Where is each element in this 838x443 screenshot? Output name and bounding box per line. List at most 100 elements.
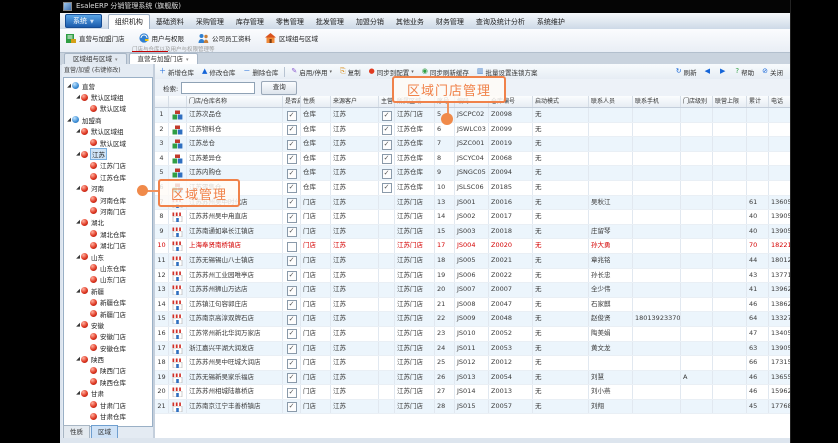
main-checkbox[interactable] (382, 111, 392, 121)
tree-node-加盟商[interactable]: ◢加盟商 (64, 114, 152, 125)
tree-node-陕西仓库[interactable]: 陕西仓库 (64, 376, 152, 387)
table-row[interactable]: 10上海奉贤南桥镇店门店江苏江苏门店17JS004Z0020无孙大勇701822… (155, 239, 790, 254)
menu-item-财务管理[interactable]: 财务管理 (430, 15, 470, 29)
toolbar-button-启用/停用[interactable]: ✎启用/停用▾ (287, 65, 336, 78)
tree-node-默认区域[interactable]: 默认区域 (64, 103, 152, 114)
table-row[interactable]: 9江苏南通如皋长江镇店门店江苏江苏门店15JS003Z0018无庄留琴40139… (155, 225, 790, 240)
table-row[interactable]: 18江苏苏州吴中旺城大润店门店江苏江苏门店25JS012Z0012无661731… (155, 356, 790, 371)
tree-node-江苏门店[interactable]: 江苏门店 (64, 160, 152, 171)
system-menu-button[interactable]: 系统▼ (65, 14, 102, 28)
enabled-checkbox[interactable] (287, 388, 297, 398)
table-row[interactable]: 21江苏南京江宁丰善桥镇店门店江苏江苏门店28JS015Z0057无刘翔4517… (155, 400, 790, 415)
table-row[interactable]: 5江苏内购仓仓库江苏江苏仓库9JSNGC05Z0094无 (155, 166, 790, 181)
enabled-checkbox[interactable] (287, 344, 297, 354)
enabled-checkbox[interactable] (287, 198, 297, 208)
tree-node-甘肃仓库[interactable]: 甘肃仓库 (64, 410, 152, 421)
menu-item-查询及统计分析[interactable]: 查询及统计分析 (470, 15, 531, 29)
tree-tab-性质[interactable]: 性质 (63, 425, 90, 439)
grid-header-col0[interactable] (155, 96, 169, 107)
menu-item-系统维护[interactable]: 系统维护 (531, 15, 571, 29)
enabled-checkbox[interactable] (287, 183, 297, 193)
menu-item-基础资料[interactable]: 基础资料 (150, 15, 190, 29)
tree-node-安徽门店[interactable]: 安徽门店 (64, 331, 152, 342)
toolbar-button-next-icon[interactable]: ▶ (716, 65, 731, 78)
table-row[interactable]: 12江苏苏州工业园唯亭店门店江苏江苏门店19JS006Z0022无孙长忠4313… (155, 269, 790, 284)
tree-node-陕西门店[interactable]: 陕西门店 (64, 365, 152, 376)
tree-node-山东门店[interactable]: 山东门店 (64, 274, 152, 285)
grid-header-门店级别[interactable]: 门店级别 (681, 96, 713, 107)
grid-header-门店/仓库名称[interactable]: 门店/仓库名称 (187, 96, 283, 107)
tree-node-甘肃[interactable]: ◢甘肃 (64, 388, 152, 399)
tree-node-山东[interactable]: ◢山东 (64, 251, 152, 262)
toolbar-button-新增仓库[interactable]: ＋新增仓库 (155, 65, 198, 78)
table-row[interactable]: 2江苏物料仓仓库江苏江苏仓库6JSWLC03Z0099无 (155, 123, 790, 138)
table-row[interactable]: 15江苏南京高淳双牌石店门店江苏江苏门店22JS009Z0048无赵俊贤1801… (155, 312, 790, 327)
tree-node-湖北仓库[interactable]: 湖北仓库 (64, 228, 152, 239)
tree-node-默认区域组[interactable]: ◢默认区域组 (64, 91, 152, 102)
enabled-checkbox[interactable] (287, 227, 297, 237)
table-row[interactable]: 7江苏苏州吴中时代店门店江苏江苏门店13JS001Z0016无吴秋江611360… (155, 196, 790, 211)
table-row[interactable]: 6江苏零售仓仓库江苏江苏仓库10JSLSC06Z0185无 (155, 181, 790, 196)
menu-item-加盟分销[interactable]: 加盟分销 (350, 15, 390, 29)
enabled-checkbox[interactable] (287, 315, 297, 325)
grid-header-累计[interactable]: 累计 (747, 96, 769, 107)
grid-header-联系人员[interactable]: 联系人员 (589, 96, 633, 107)
grid-header-启动模式[interactable]: 启动模式 (533, 96, 589, 107)
grid-header-联营上限[interactable]: 联营上限 (713, 96, 747, 107)
enabled-checkbox[interactable] (287, 140, 297, 150)
grid-header-性质[interactable]: 性质 (301, 96, 331, 107)
tree-node-江苏仓库[interactable]: 江苏仓库 (64, 171, 152, 182)
tree-node-新疆仓库[interactable]: 新疆仓库 (64, 296, 152, 307)
tree-node-默认区域组[interactable]: ◢默认区域组 (64, 126, 152, 137)
tree-node-山东仓库[interactable]: 山东仓库 (64, 262, 152, 273)
toolbar-button-prev-icon[interactable]: ◀ (701, 65, 716, 78)
enabled-checkbox[interactable] (287, 359, 297, 369)
table-row[interactable]: 16江苏常州新北华润万家店门店江苏江苏门店23JS010Z0052无陶美娟471… (155, 327, 790, 342)
tree-tab-区域[interactable]: 区域 (91, 425, 118, 439)
tree-node-湖北[interactable]: ◢湖北 (64, 217, 152, 228)
grid-header-联系手机[interactable]: 联系手机 (633, 96, 681, 107)
table-row[interactable]: 8江苏苏州吴中甪直店门店江苏江苏门店14JS002Z0017无401390518… (155, 210, 790, 225)
grid-header-电话[interactable]: 电话 (769, 96, 790, 107)
enabled-checkbox[interactable] (287, 256, 297, 266)
toolbar-button-删除仓库[interactable]: －删除仓库 (239, 65, 282, 78)
main-checkbox[interactable] (382, 125, 392, 135)
table-row[interactable]: 17浙江嘉兴平湖大润发店门店江苏江苏门店24JS011Z0053无黄文龙6313… (155, 342, 790, 357)
menu-item-采购管理[interactable]: 采购管理 (190, 15, 230, 29)
enabled-checkbox[interactable] (287, 286, 297, 296)
enabled-checkbox[interactable] (287, 300, 297, 310)
tree-node-新疆[interactable]: ◢新疆 (64, 285, 152, 296)
enabled-checkbox[interactable] (287, 242, 297, 252)
table-row[interactable]: 3江苏总仓仓库江苏江苏仓库7JSZC001Z0019无 (155, 137, 790, 152)
tree-node-江苏[interactable]: ◢江苏 (64, 148, 152, 159)
table-row[interactable]: 13江苏苏州狮山万达店门店江苏江苏门店20JS007Z0007无全少伟41139… (155, 283, 790, 298)
enabled-checkbox[interactable] (287, 125, 297, 135)
grid-header-是否启用[interactable]: 是否启用 (283, 96, 301, 107)
enabled-checkbox[interactable] (287, 111, 297, 121)
tree-node-湖北门店[interactable]: 湖北门店 (64, 239, 152, 250)
ribbon-item-直营与加盟门店[interactable]: 直营与加盟门店 (66, 28, 125, 47)
tree-node-陕西[interactable]: ◢陕西 (64, 353, 152, 364)
menu-item-批发管理[interactable]: 批发管理 (310, 15, 350, 29)
table-row[interactable]: 19江苏无锡新吴家乐福店门店江苏江苏门店26JS013Z0054无刘慧A4613… (155, 371, 790, 386)
tree-node-安徽[interactable]: ◢安徽 (64, 319, 152, 330)
tree-node-默认区域[interactable]: 默认区域 (64, 137, 152, 148)
search-button[interactable]: 查询 (261, 81, 297, 95)
enabled-checkbox[interactable] (287, 154, 297, 164)
toolbar-button-关闭[interactable]: ⊘关闭 (758, 65, 787, 78)
search-input[interactable] (181, 82, 255, 94)
enabled-checkbox[interactable] (287, 213, 297, 223)
tree-node-河南仓库[interactable]: 河南仓库 (64, 194, 152, 205)
enabled-checkbox[interactable] (287, 329, 297, 339)
table-row[interactable]: 14江苏镇江句容郭庄店门店江苏江苏门店21JS008Z0047无石家麒46138… (155, 298, 790, 313)
main-checkbox[interactable] (382, 154, 392, 164)
main-checkbox[interactable] (382, 140, 392, 150)
toolbar-button-刷新[interactable]: ↻刷新 (672, 65, 701, 78)
tree-node-河南门店[interactable]: 河南门店 (64, 205, 152, 216)
enabled-checkbox[interactable] (287, 373, 297, 383)
tree-node-安徽仓库[interactable]: 安徽仓库 (64, 342, 152, 353)
table-row[interactable]: 4江苏差异仓仓库江苏江苏仓库8JSCYC04Z0068无 (155, 152, 790, 167)
table-row[interactable]: 20江苏苏州相城陆慕桥店门店江苏江苏门店27JS014Z0013无刘小燕4615… (155, 385, 790, 400)
toolbar-button-修改仓库[interactable]: ▲修改仓库 (198, 65, 239, 78)
tree-node-甘肃门店[interactable]: 甘肃门店 (64, 399, 152, 410)
